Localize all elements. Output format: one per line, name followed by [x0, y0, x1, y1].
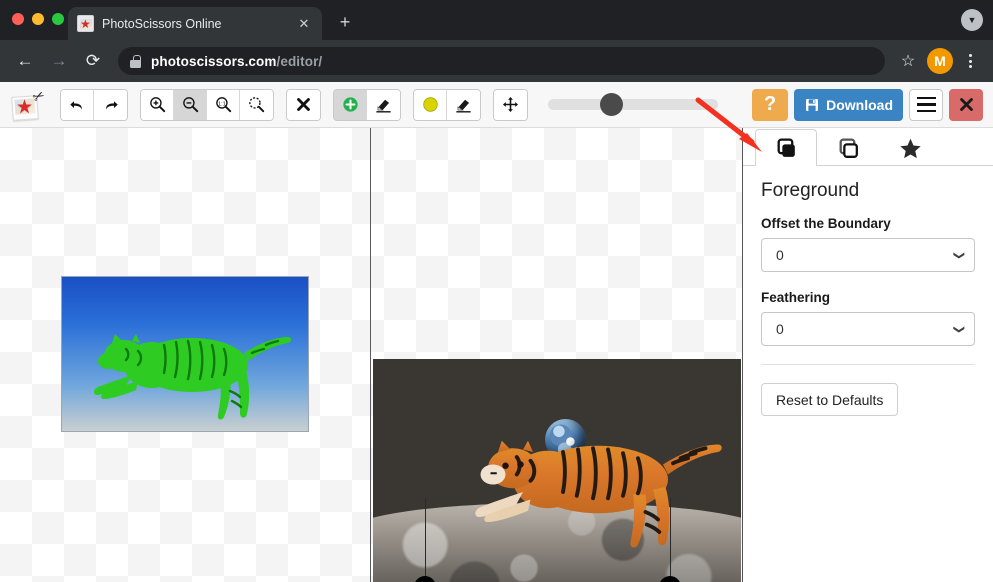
result-image-preview[interactable] — [373, 359, 741, 582]
url-path: /editor/ — [276, 54, 322, 69]
download-label: Download — [826, 97, 893, 113]
tab-background[interactable] — [817, 129, 879, 166]
close-editor-button[interactable] — [949, 89, 983, 121]
slider-track[interactable] — [548, 99, 718, 110]
browser-tabstrip: PhotoScissors Online ✕ + ▼ — [0, 0, 993, 40]
redo-button[interactable] — [94, 90, 127, 120]
outline-layers-icon — [836, 136, 861, 161]
photoscissors-star-icon — [77, 15, 94, 32]
canvas-split-divider — [370, 128, 371, 582]
panel-divider — [761, 364, 975, 365]
offset-boundary-select[interactable]: 0 ❯ — [761, 238, 975, 272]
history-tool-group — [60, 89, 128, 121]
back-button[interactable]: ← — [10, 46, 40, 76]
editor-workspace: Foreground Offset the Boundary 0 ❯ Feath… — [0, 128, 993, 582]
tab-title: PhotoScissors Online — [102, 17, 287, 31]
lock-icon — [130, 55, 141, 68]
background-tool-group — [413, 89, 481, 121]
hamburger-menu-button[interactable] — [909, 89, 943, 121]
help-button[interactable]: ? — [752, 89, 788, 121]
chevron-down-icon: ❯ — [953, 324, 966, 333]
background-marker-button[interactable] — [414, 90, 447, 120]
offset-boundary-label: Offset the Boundary — [761, 216, 975, 231]
kebab-menu-icon[interactable] — [957, 54, 983, 68]
avatar[interactable]: M — [927, 48, 953, 74]
window-traffic-lights — [12, 13, 64, 25]
foreground-tool-group — [333, 89, 401, 121]
save-disk-icon — [804, 97, 820, 113]
close-window-button[interactable] — [12, 13, 24, 25]
background-eraser-button[interactable] — [447, 90, 480, 120]
toolbar-right-group: ? Download — [752, 89, 983, 121]
app-toolbar: ★ ✂ 1:1 — [0, 82, 993, 128]
crop-guide-line-right[interactable] — [670, 498, 671, 582]
star-icon — [898, 136, 923, 161]
tab-effects[interactable] — [879, 129, 941, 166]
brush-size-slider[interactable] — [548, 99, 718, 110]
clear-markers-button[interactable] — [287, 90, 320, 120]
url-domain: photoscissors.com — [151, 54, 276, 69]
feathering-select[interactable]: 0 ❯ — [761, 312, 975, 346]
source-image-with-mask[interactable] — [61, 276, 309, 432]
zoom-out-button[interactable] — [174, 90, 207, 120]
reload-button[interactable]: ⟳ — [78, 46, 108, 76]
feathering-label: Feathering — [761, 290, 975, 305]
actual-size-button[interactable]: 1:1 — [207, 90, 240, 120]
zoom-tool-group: 1:1 — [140, 89, 274, 121]
undo-button[interactable] — [61, 90, 94, 120]
feathering-value: 0 — [776, 321, 784, 337]
tab-foreground[interactable] — [755, 129, 817, 166]
forward-button[interactable]: → — [44, 46, 74, 76]
filled-layers-icon — [774, 136, 799, 161]
address-bar[interactable]: photoscissors.com/editor/ — [118, 47, 885, 75]
foreground-eraser-button[interactable] — [367, 90, 400, 120]
app-logo[interactable]: ★ ✂ — [10, 88, 46, 122]
browser-window: PhotoScissors Online ✕ + ▼ ← → ⟳ photosc… — [0, 0, 993, 582]
browser-tab[interactable]: PhotoScissors Online ✕ — [68, 7, 322, 40]
zoom-in-button[interactable] — [141, 90, 174, 120]
chevron-down-icon[interactable]: ▼ — [961, 9, 983, 31]
canvas-area[interactable] — [0, 128, 742, 582]
maximize-window-button[interactable] — [52, 13, 64, 25]
browser-omnibar: ← → ⟳ photoscissors.com/editor/ ☆ M — [0, 40, 993, 82]
foreground-marker-button[interactable] — [334, 90, 367, 120]
settings-panel: Foreground Offset the Boundary 0 ❯ Feath… — [742, 128, 993, 582]
page-title: Foreground — [761, 180, 975, 202]
minimize-window-button[interactable] — [32, 13, 44, 25]
bookmark-star-icon[interactable]: ☆ — [895, 51, 921, 71]
pan-tool-group — [493, 89, 528, 121]
fit-to-screen-button[interactable] — [240, 90, 273, 120]
url-text: photoscissors.com/editor/ — [151, 54, 322, 69]
new-tab-button[interactable]: + — [332, 9, 358, 35]
close-icon[interactable]: ✕ — [295, 15, 313, 33]
reset-to-defaults-button[interactable]: Reset to Defaults — [761, 383, 898, 416]
slider-thumb[interactable] — [600, 93, 623, 116]
svg-text:1:1: 1:1 — [218, 101, 226, 107]
download-button[interactable]: Download — [794, 89, 903, 121]
crop-guide-line-left[interactable] — [425, 498, 426, 582]
offset-boundary-value: 0 — [776, 247, 784, 263]
pan-tool-button[interactable] — [494, 90, 527, 120]
clear-tool-group — [286, 89, 321, 121]
panel-body: Foreground Offset the Boundary 0 ❯ Feath… — [743, 166, 993, 416]
panel-tabs — [743, 128, 993, 166]
star-icon: ★ — [16, 98, 33, 117]
chevron-down-icon: ❯ — [953, 250, 966, 259]
green-masked-tiger — [80, 307, 296, 427]
cutout-tiger — [458, 407, 728, 557]
